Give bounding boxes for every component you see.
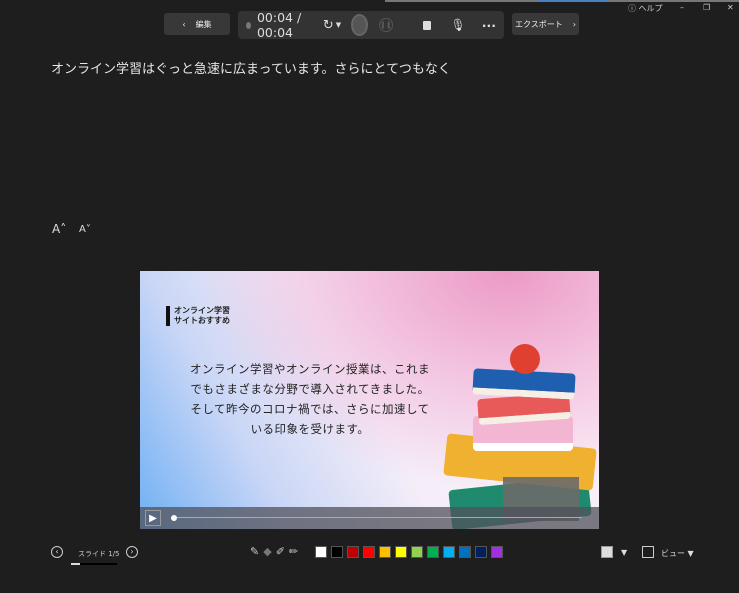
tab-indicator-active [537, 0, 607, 2]
pen-color-swatch[interactable] [443, 546, 455, 558]
slide-counter: スライド 1/5 [78, 550, 120, 558]
chevron-left-icon: ‹ [182, 19, 186, 29]
view-button[interactable]: ビュー ▼ [661, 548, 694, 559]
recording-status-icon [246, 21, 251, 29]
playback-track[interactable] [177, 517, 582, 518]
laser-pen-icon[interactable]: ✏ [289, 545, 298, 558]
help-button[interactable]: ⓘ ヘルプ [628, 3, 663, 14]
chevron-right-icon: › [572, 19, 576, 29]
slide-preview: オンライン学習 サイトおすすめ オンライン学習やオンライン授業は、これま でもさ… [140, 271, 599, 529]
pen-icon[interactable]: ✎ [250, 545, 259, 558]
help-icon: ⓘ [628, 4, 636, 13]
camera-icon[interactable] [422, 20, 431, 30]
play-button[interactable]: ▶ [145, 510, 161, 526]
pen-color-swatch[interactable] [395, 546, 407, 558]
pen-color-swatch[interactable] [475, 546, 487, 558]
decrease-font-button[interactable]: A˅ [79, 224, 91, 235]
playback-bar: ▶ [140, 507, 599, 529]
pen-color-swatch[interactable] [331, 546, 343, 558]
more-options-icon[interactable]: ··· [482, 18, 496, 33]
highlighter-icon[interactable]: ✐ [276, 545, 285, 558]
previous-slide-button[interactable]: ‹ [51, 546, 63, 558]
pen-color-swatch[interactable] [491, 546, 503, 558]
pen-color-swatch[interactable] [459, 546, 471, 558]
retake-icon[interactable]: ↻ [323, 18, 334, 33]
close-button[interactable]: ✕ [727, 3, 734, 12]
retake-dropdown-icon[interactable]: ▼ [336, 21, 341, 29]
restore-button[interactable]: ❐ [703, 3, 710, 12]
playback-scrubber[interactable] [171, 515, 177, 521]
back-to-edit-button[interactable]: ‹ 編集 [164, 13, 230, 35]
recording-time: 00:04 / 00:04 [256, 10, 302, 40]
slide-title: オンライン学習 サイトおすすめ [166, 306, 230, 326]
increase-font-button[interactable]: A˄ [52, 222, 66, 236]
microphone-icon[interactable]: 🎙 [451, 18, 466, 32]
recording-controls: 00:04 / 00:04 ↻ ▼ ❚❚ 🎙 ··· [238, 10, 504, 40]
pen-color-swatch[interactable] [315, 546, 327, 558]
camera-mode-icon[interactable] [601, 546, 613, 558]
view-layout-icon[interactable] [642, 546, 654, 558]
camera-mode-dropdown-icon[interactable]: ▼ [621, 548, 627, 557]
export-button[interactable]: エクスポート › [512, 13, 579, 35]
pen-color-palette [315, 546, 503, 558]
pen-color-swatch[interactable] [379, 546, 391, 558]
pen-color-swatch[interactable] [347, 546, 359, 558]
slide-body: オンライン学習やオンライン授業は、これま でもさまざまな分野で導入されてきました… [190, 362, 430, 436]
ink-tools: ✎ ◆ ✐ ✏ [250, 545, 298, 558]
speaker-notes[interactable]: オンライン学習はぐっと急速に広まっています。さらにとてつもなく [51, 58, 451, 77]
minimize-button[interactable]: – [680, 3, 684, 12]
record-button[interactable] [351, 14, 368, 36]
pen-color-swatch[interactable] [363, 546, 375, 558]
eraser-icon[interactable]: ◆ [263, 545, 271, 558]
slide-progress [71, 563, 117, 565]
next-slide-button[interactable]: › [126, 546, 138, 558]
pen-color-swatch[interactable] [427, 546, 439, 558]
pen-color-swatch[interactable] [411, 546, 423, 558]
pause-button[interactable]: ❚❚ [378, 18, 393, 32]
